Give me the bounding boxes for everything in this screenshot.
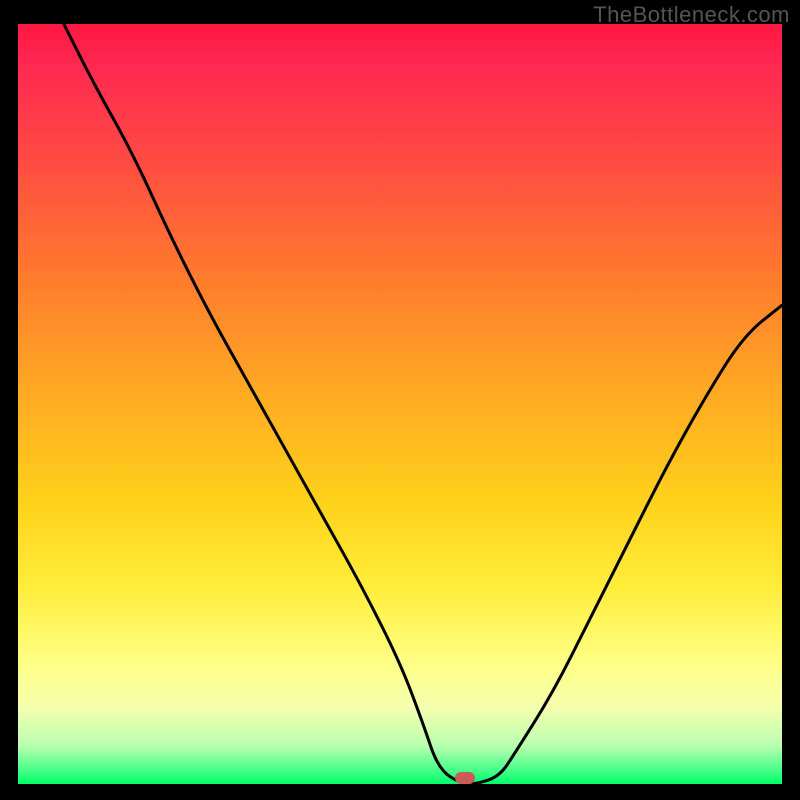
optimal-marker (455, 772, 475, 784)
curve-layer (18, 24, 782, 784)
watermark-text: TheBottleneck.com (593, 2, 790, 28)
bottleneck-curve (64, 24, 782, 784)
chart-container: TheBottleneck.com (0, 0, 800, 800)
plot-area (18, 24, 782, 784)
